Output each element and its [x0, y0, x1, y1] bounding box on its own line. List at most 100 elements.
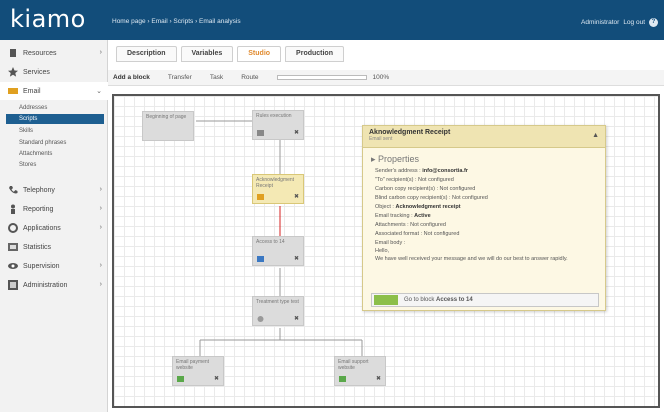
- user-area: Administrator Log out ?: [581, 18, 658, 27]
- header-bar: kiamo Home page › Email › Scripts › Emai…: [0, 0, 664, 40]
- email-send-icon: [257, 194, 264, 200]
- sidebar-item-applications[interactable]: Applications ›: [0, 219, 108, 237]
- prop-sender: Sender's address : info@consortia.fr: [375, 168, 468, 174]
- prop-bcc: Blind carbon copy recipient(s) : Not con…: [375, 195, 488, 201]
- sidebar-item-telephony[interactable]: Telephony ›: [0, 181, 108, 199]
- person-icon: [8, 204, 18, 214]
- prop-body-hello: Hello,: [375, 248, 390, 254]
- block-label: Beginning of page: [146, 114, 187, 120]
- sidebar-subitem-scripts[interactable]: Scripts: [6, 114, 104, 124]
- block-access-to-14[interactable]: Access to 14 ✖: [252, 236, 304, 266]
- block-beginning[interactable]: Beginning of page: [142, 111, 194, 141]
- sidebar-subitem-skills[interactable]: Skills: [6, 126, 104, 136]
- gear-icon: [8, 223, 18, 233]
- sidebar-item-email[interactable]: Email ⌄: [0, 82, 108, 100]
- go-to-block-button[interactable]: Go to block Access to 14: [371, 293, 599, 307]
- star-icon: [8, 67, 18, 77]
- logo[interactable]: kiamo: [10, 5, 86, 33]
- sidebar-subitem-addresses[interactable]: Addresses: [6, 103, 104, 113]
- access-icon: [257, 256, 264, 262]
- block-label: Email support website: [338, 359, 369, 371]
- chevron-right-icon: ›: [99, 262, 102, 269]
- chevron-right-icon: ›: [99, 281, 102, 288]
- transfer-icon: [339, 376, 346, 382]
- close-icon[interactable]: ✖: [294, 316, 299, 322]
- sidebar-item-label: Statistics: [23, 243, 52, 251]
- close-icon[interactable]: ✖: [294, 130, 299, 136]
- chevron-right-icon: ›: [99, 49, 102, 56]
- properties-title[interactable]: ▸ Properties: [371, 154, 419, 165]
- block-rules-execution[interactable]: Rules execution ✖: [252, 110, 304, 140]
- goto-icon: [374, 295, 398, 305]
- tab-production[interactable]: Production: [285, 46, 344, 62]
- prop-object: Object : Acknowledgment receipt: [375, 204, 461, 210]
- logout-link[interactable]: Log out: [623, 19, 645, 26]
- breadcrumb[interactable]: Home page › Email › Scripts › Email anal…: [112, 18, 241, 25]
- prop-tracking: Email tracking : Active: [375, 213, 431, 219]
- sidebar: Resources › Services Email ⌄ Addresses S…: [0, 40, 108, 412]
- chevron-right-icon: ›: [99, 186, 102, 193]
- admin-icon: [8, 280, 18, 290]
- sidebar-subitem-attachments[interactable]: Attachments: [6, 149, 104, 159]
- goto-target: Access to 14: [436, 297, 473, 303]
- sidebar-item-label: Applications: [23, 224, 61, 232]
- chevron-right-icon: ›: [99, 205, 102, 212]
- sidebar-item-label: Reporting: [23, 205, 54, 213]
- sidebar-item-label: Supervision: [23, 262, 60, 270]
- sidebar-item-label: Services: [23, 68, 50, 76]
- eye-icon: [8, 261, 18, 271]
- chart-icon: [8, 242, 18, 252]
- email-icon: [8, 86, 18, 96]
- tab-description[interactable]: Description: [116, 46, 177, 62]
- close-icon[interactable]: ✖: [294, 256, 299, 262]
- sidebar-item-administration[interactable]: Administration ›: [0, 276, 108, 294]
- zoom-level: 100%: [372, 74, 390, 81]
- prop-body-text: We have well received your message and w…: [375, 256, 568, 262]
- prop-body-label: Email body :: [375, 240, 406, 246]
- popup-title: Aknowledgment Receipt: [369, 129, 451, 136]
- sidebar-subitem-stores[interactable]: Stores: [6, 160, 104, 170]
- sidebar-subitem-standard-phrases[interactable]: Standard phrases: [6, 138, 104, 148]
- block-treatment-type-test[interactable]: Treatment type test ✖: [252, 296, 304, 326]
- transfer-button[interactable]: Transfer: [168, 74, 192, 81]
- sidebar-item-services[interactable]: Services: [0, 63, 108, 81]
- block-label: Acknowledgment Receipt: [256, 177, 295, 189]
- prop-attachments: Attachments : Not configured: [375, 222, 446, 228]
- user-name[interactable]: Administrator: [581, 19, 619, 26]
- properties-title-label: Properties: [378, 154, 420, 164]
- transfer-icon: [177, 376, 184, 382]
- task-button[interactable]: Task: [210, 74, 223, 81]
- studio-toolbar: Add a block Transfer Task Route 100%: [108, 70, 664, 86]
- close-icon[interactable]: ✖: [294, 194, 299, 200]
- phone-icon: [8, 185, 18, 195]
- block-label: Treatment type test: [256, 299, 299, 305]
- add-block-button[interactable]: Add a block: [113, 74, 150, 81]
- sidebar-item-statistics[interactable]: Statistics: [0, 238, 108, 256]
- close-icon[interactable]: ✖: [376, 376, 381, 382]
- help-icon[interactable]: ?: [649, 18, 658, 27]
- prop-format: Associated format : Not configured: [375, 231, 460, 237]
- sidebar-item-supervision[interactable]: Supervision ›: [0, 257, 108, 275]
- block-label: Email payment website: [176, 359, 210, 371]
- tab-variables[interactable]: Variables: [180, 46, 234, 62]
- block-label: Rules execution: [256, 113, 292, 119]
- sidebar-item-resources[interactable]: Resources ›: [0, 44, 108, 62]
- route-button[interactable]: Route: [241, 74, 258, 81]
- zoom-slider[interactable]: [276, 75, 367, 80]
- chevron-down-icon: ⌄: [96, 88, 102, 95]
- sidebar-item-reporting[interactable]: Reporting ›: [0, 200, 108, 218]
- collapse-icon[interactable]: ▲: [592, 132, 599, 139]
- prop-cc: Carbon copy recipient(s) : Not configure…: [375, 186, 476, 192]
- sidebar-item-label: Telephony: [23, 186, 55, 194]
- goto-prefix: Go to block: [404, 297, 435, 303]
- block-properties-popup: Aknowledgment Receipt Email sent ▲ ▸ Pro…: [362, 125, 606, 311]
- tab-studio[interactable]: Studio: [237, 46, 282, 62]
- block-label: Access to 14: [256, 239, 285, 245]
- block-email-support-website[interactable]: Email support website ✖: [334, 356, 386, 386]
- block-email-payment-website[interactable]: Email payment website ✖: [172, 356, 224, 386]
- sidebar-item-label: Administration: [23, 281, 68, 289]
- close-icon[interactable]: ✖: [214, 376, 219, 382]
- chevron-right-icon: ›: [99, 224, 102, 231]
- popup-header: Aknowledgment Receipt Email sent ▲: [363, 126, 605, 148]
- block-acknowledgment-receipt[interactable]: Acknowledgment Receipt ✖: [252, 174, 304, 204]
